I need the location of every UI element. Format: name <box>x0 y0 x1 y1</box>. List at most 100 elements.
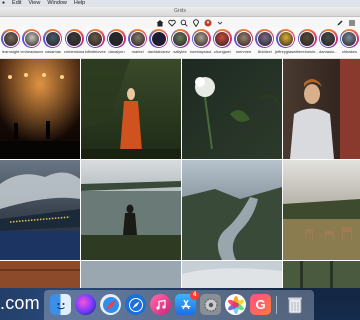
system-preferences-icon[interactable] <box>200 294 221 315</box>
story-ring <box>318 29 338 48</box>
story-item[interactable]: cmbenisina <box>63 29 86 54</box>
story-ring <box>85 29 105 48</box>
menu-bar: ● Edit View Window Help <box>0 0 360 7</box>
story-item[interactable]: thereinesin... <box>296 29 319 54</box>
story-item[interactable]: mervnee <box>232 29 255 54</box>
avatar <box>214 30 231 47</box>
story-item[interactable]: damaslo... <box>317 29 340 54</box>
story-username: zhongwei <box>213 49 231 54</box>
story-item[interactable]: lildolizei <box>253 29 276 54</box>
photo-tile-concert[interactable] <box>0 59 80 159</box>
apple-menu-icon[interactable]: ● <box>2 0 5 7</box>
story-username: damaslo... <box>319 49 338 54</box>
photo-tile-deer-field[interactable] <box>283 160 360 260</box>
story-username: thereinesin... <box>295 49 319 54</box>
avatar <box>66 30 83 47</box>
story-item[interactable]: markei <box>126 29 149 54</box>
list-icon[interactable] <box>347 18 356 27</box>
avatar <box>108 30 125 47</box>
chevron-down-icon[interactable] <box>215 18 224 27</box>
story-username: cmbenisina <box>63 49 85 54</box>
story-ring <box>149 29 169 48</box>
story-item[interactable]: davidalvarez <box>147 29 170 54</box>
menu-window[interactable]: Window <box>47 0 67 7</box>
story-item[interactable]: infinitelovee <box>84 29 107 54</box>
story-ring <box>297 29 317 48</box>
siri-icon[interactable] <box>75 294 96 315</box>
menu-help[interactable]: Help <box>74 0 85 7</box>
story-item[interactable]: sallylee <box>169 29 192 54</box>
story-username: mervnee <box>235 49 252 54</box>
story-ring <box>234 29 254 48</box>
avatar <box>235 30 252 47</box>
story-username: bombaysaul... <box>189 49 213 54</box>
search-icon[interactable] <box>179 18 188 27</box>
google-icon[interactable]: G <box>250 294 271 315</box>
menu-edit[interactable]: Edit <box>12 0 21 7</box>
story-username: infinitelovee <box>84 49 106 54</box>
story-item[interactable]: zhongwei <box>211 29 234 54</box>
home-icon[interactable] <box>155 18 164 27</box>
photo-tile-forest[interactable] <box>283 261 360 288</box>
story-ring <box>106 29 126 48</box>
photo-tile-man-portrait[interactable] <box>283 59 360 159</box>
photo-tile-storm-city[interactable] <box>0 160 80 260</box>
menu-view[interactable]: View <box>29 0 41 7</box>
story-ring <box>128 29 148 48</box>
avatar <box>44 30 61 47</box>
story-ring <box>43 29 63 48</box>
app-store-icon[interactable]: 4 <box>175 291 199 315</box>
story-item[interactable]: danalynn <box>105 29 128 54</box>
photo-tile-pale-sky[interactable] <box>182 261 282 288</box>
photo-grid <box>0 59 360 288</box>
story-ring <box>22 29 42 48</box>
pen-icon[interactable] <box>335 18 344 27</box>
itunes-icon[interactable] <box>150 294 171 315</box>
story-username: danalynn <box>108 49 125 54</box>
photo-tile-grey-sky[interactable] <box>81 261 181 288</box>
photos-icon[interactable] <box>225 294 246 315</box>
story-item[interactable]: jeffreyglaser <box>274 29 297 54</box>
story-ring <box>212 29 232 48</box>
story-item[interactable]: bombaysaul... <box>190 29 213 54</box>
avatar <box>2 30 19 47</box>
story-item[interactable]: learnsight <box>0 29 22 54</box>
photo-tile-wood[interactable] <box>0 261 80 288</box>
compass-icon[interactable] <box>125 294 146 315</box>
story-ring <box>339 29 359 48</box>
location-pin-icon[interactable] <box>191 18 200 27</box>
story-item[interactable]: clrbakes <box>338 29 360 54</box>
story-username: learnsight <box>1 49 20 54</box>
photo-tile-flowers[interactable] <box>182 59 282 159</box>
dock-divider <box>276 296 277 314</box>
profile-icon[interactable] <box>203 18 212 27</box>
story-item[interactable]: vasamas <box>41 29 64 54</box>
photo-tile-woman-in-field[interactable] <box>81 59 181 159</box>
photo-tile-river-valley[interactable] <box>182 160 282 260</box>
photo-tile-woman-in-lake[interactable] <box>81 160 181 260</box>
story-ring <box>64 29 84 48</box>
title-bar[interactable]: Grids <box>0 7 360 17</box>
avatar <box>23 30 40 47</box>
story-ring <box>1 29 21 48</box>
wallpaper-text: .com <box>0 293 40 313</box>
finder-icon[interactable] <box>50 294 71 315</box>
story-ring <box>255 29 275 48</box>
story-username: vasamas <box>44 49 61 54</box>
heart-icon[interactable] <box>167 18 176 27</box>
safari-icon[interactable] <box>100 294 121 315</box>
story-username: clrbakes <box>341 49 357 54</box>
story-username: davidalvarez <box>147 49 171 54</box>
avatar <box>256 30 273 47</box>
story-username: lildolizei <box>257 49 272 54</box>
story-username: jeffreyglaser <box>275 49 297 54</box>
avatar <box>277 30 294 47</box>
app-window: Grids learnsight vmheadawns vasamas cmbe… <box>0 7 360 288</box>
avatar <box>341 30 358 47</box>
trash-icon[interactable] <box>284 294 305 315</box>
story-username: vmheadawns <box>20 49 44 54</box>
story-item[interactable]: vmheadawns <box>20 29 43 54</box>
story-username: markei <box>131 49 144 54</box>
avatar <box>299 30 316 47</box>
avatar <box>87 30 104 47</box>
